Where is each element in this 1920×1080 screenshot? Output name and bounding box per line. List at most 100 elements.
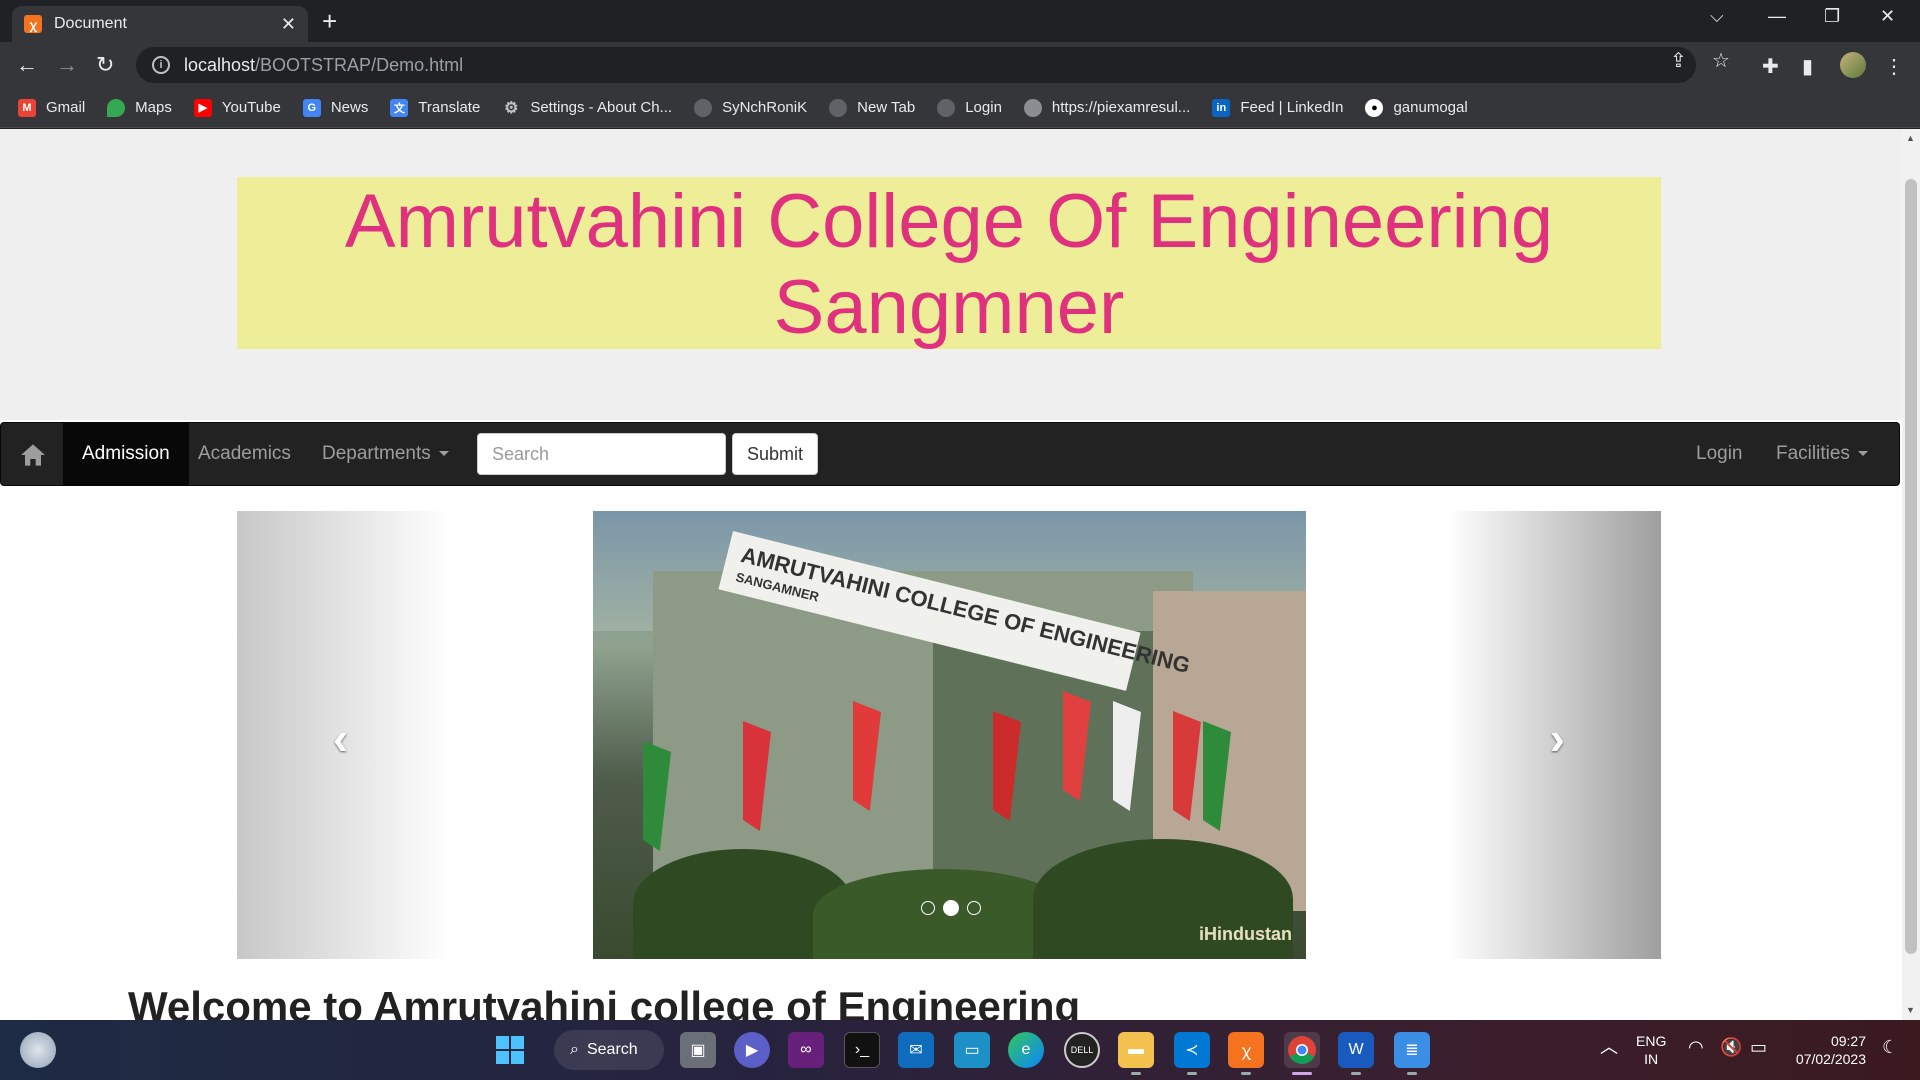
url-path: /BOOTSTRAP/Demo.html	[255, 54, 464, 75]
translate-icon: 文	[390, 98, 409, 117]
bookmark-settings[interactable]: ⚙ Settings - About Ch...	[502, 99, 672, 117]
language-indicator[interactable]: ENG IN	[1636, 1032, 1666, 1068]
bookmark-news[interactable]: G News	[302, 98, 368, 117]
browser-tab[interactable]: ꭓ Document ✕	[12, 6, 308, 42]
page-scrollbar[interactable]: ▲ ▼	[1902, 129, 1920, 1020]
menu-kebab-icon[interactable]: ⋮	[1884, 54, 1904, 79]
wifi-icon[interactable]: ◠	[1688, 1038, 1704, 1056]
gmail-icon: M	[18, 98, 36, 117]
bookmark-linkedin[interactable]: in Feed | LinkedIn	[1212, 98, 1343, 117]
submit-button[interactable]: Submit	[732, 433, 818, 475]
task-view-icon[interactable]: ▣	[680, 1032, 716, 1068]
bookmark-youtube[interactable]: ▶ YouTube	[193, 98, 281, 117]
chevron-left-icon: ‹	[333, 712, 349, 764]
address-bar[interactable]: i localhost/BOOTSTRAP/Demo.html	[136, 47, 1696, 83]
taskbar-search[interactable]: ⌕ Search	[554, 1030, 664, 1070]
back-icon[interactable]: ←	[16, 52, 38, 78]
site-icon	[1023, 98, 1042, 117]
home-icon[interactable]	[15, 439, 51, 471]
globe-icon	[829, 98, 848, 117]
caret-down-icon	[438, 451, 449, 457]
bookmark-piexamresult[interactable]: https://piexamresul...	[1023, 98, 1190, 117]
bookmark-synchronik[interactable]: SyNchRoniK	[694, 98, 807, 117]
jumbotron-title-line2: Sangmner	[773, 265, 1125, 350]
nav-departments[interactable]: Departments	[303, 423, 468, 485]
tab-close-icon[interactable]: ✕	[281, 14, 296, 35]
notification-icon[interactable]: ☾	[1882, 1038, 1898, 1056]
bookmark-gmail[interactable]: M Gmail	[18, 98, 85, 117]
vscode-icon[interactable]: ≺	[1174, 1032, 1210, 1068]
carousel-indicator-2[interactable]	[943, 900, 959, 916]
visual-studio-icon[interactable]: ∞	[788, 1032, 824, 1068]
url-host: localhost	[184, 54, 256, 75]
profile-avatar[interactable]	[1840, 52, 1866, 78]
word-icon[interactable]: W	[1338, 1032, 1374, 1068]
globe-icon	[937, 98, 956, 117]
site-info-icon[interactable]: i	[152, 56, 170, 74]
bookmark-star-icon[interactable]: ☆	[1712, 48, 1730, 73]
file-explorer-icon[interactable]: ▬	[1118, 1032, 1154, 1068]
edge-browser-icon[interactable]: e	[1008, 1032, 1044, 1068]
nav-facilities[interactable]: Facilities	[1757, 423, 1887, 485]
share-icon[interactable]: ⇪	[1670, 48, 1687, 73]
bookmark-maps[interactable]: Maps	[107, 98, 172, 117]
windows-taskbar: ⌕ Search ▣ ▶ ∞ ›_ ✉ ▭ e DELL ▬ ≺ ꭓ W ≣ ︿ …	[0, 1020, 1920, 1080]
chevron-up-icon[interactable]: ︿	[1600, 1038, 1618, 1056]
teams-chat-icon[interactable]: ▶	[734, 1032, 770, 1068]
scroll-up-icon[interactable]: ▲	[1906, 133, 1915, 143]
chevron-right-icon: ›	[1549, 712, 1565, 764]
clock[interactable]: 09:27 07/02/2023	[1786, 1032, 1866, 1068]
search-icon: ⌕	[570, 1041, 579, 1058]
notepad-icon[interactable]: ≣	[1394, 1032, 1430, 1068]
caret-down-icon	[1857, 451, 1868, 457]
chrome-icon[interactable]	[1284, 1032, 1320, 1068]
carousel-slide-image: AMRUTVAHINI COLLEGE OF ENGINEERING SANGA…	[593, 511, 1306, 959]
tab-title: Document	[54, 15, 127, 32]
new-tab-icon[interactable]: +	[322, 6, 337, 37]
remote-desktop-icon[interactable]: ▭	[954, 1032, 990, 1068]
tab-strip: ꭓ Document ✕ + ⌵ — ❐ ✕	[0, 0, 1920, 42]
side-panel-icon[interactable]: ▮	[1802, 54, 1813, 79]
youtube-icon: ▶	[193, 98, 212, 117]
nav-login[interactable]: Login	[1677, 423, 1762, 485]
page-viewport: Amrutvahini College Of Engineering Sangm…	[0, 129, 1902, 1020]
weather-widget-icon[interactable]	[20, 1032, 56, 1068]
tab-search-chevron-icon[interactable]: ⌵	[1710, 6, 1724, 27]
scroll-thumb[interactable]	[1905, 179, 1917, 954]
window-close-icon[interactable]: ✕	[1880, 6, 1895, 27]
scroll-down-icon[interactable]: ▼	[1906, 1005, 1915, 1015]
bookmark-new-tab[interactable]: New Tab	[829, 98, 915, 117]
mail-icon[interactable]: ✉	[898, 1032, 934, 1068]
news-icon: G	[302, 98, 321, 117]
terminal-icon[interactable]: ›_	[844, 1032, 880, 1068]
carousel-indicators	[921, 900, 981, 916]
carousel-prev-control[interactable]: ‹	[237, 511, 451, 959]
minimize-icon[interactable]: —	[1768, 6, 1786, 27]
browser-toolbar: ← → ↻ i localhost/BOOTSTRAP/Demo.html ⇪ …	[0, 42, 1920, 88]
linkedin-icon: in	[1212, 98, 1231, 117]
nav-admission[interactable]: Admission	[63, 423, 189, 485]
bookmarks-bar: M Gmail Maps ▶ YouTube G News 文 Translate ⚙ S…	[0, 88, 1920, 128]
carousel-indicator-1[interactable]	[921, 901, 935, 915]
slide-watermark: iHindustan	[1199, 924, 1292, 944]
volume-muted-icon[interactable]: 🔇	[1720, 1038, 1742, 1056]
bookmark-github[interactable]: ● ganumogal	[1365, 98, 1468, 117]
welcome-heading: Welcome to Amrutvahini college of Engine…	[128, 983, 1081, 1020]
battery-icon[interactable]: ▭	[1750, 1038, 1767, 1056]
bookmark-translate[interactable]: 文 Translate	[390, 98, 480, 117]
xampp-icon[interactable]: ꭓ	[1228, 1032, 1264, 1068]
globe-icon	[694, 98, 713, 117]
search-input[interactable]	[477, 433, 726, 475]
windows-start-icon[interactable]	[492, 1032, 528, 1068]
bookmark-login[interactable]: Login	[937, 98, 1002, 117]
extensions-icon[interactable]: ✚	[1762, 54, 1779, 79]
carousel-next-control[interactable]: ›	[1447, 511, 1661, 959]
maps-icon	[107, 98, 126, 117]
site-navbar: Admission Academics Departments Submit L…	[0, 422, 1900, 486]
carousel-indicator-3[interactable]	[967, 901, 981, 915]
nav-academics[interactable]: Academics	[179, 423, 310, 485]
restore-icon[interactable]: ❐	[1824, 6, 1840, 27]
reload-icon[interactable]: ↻	[96, 52, 114, 78]
forward-icon[interactable]: →	[56, 52, 78, 78]
dell-icon[interactable]: DELL	[1064, 1032, 1100, 1068]
